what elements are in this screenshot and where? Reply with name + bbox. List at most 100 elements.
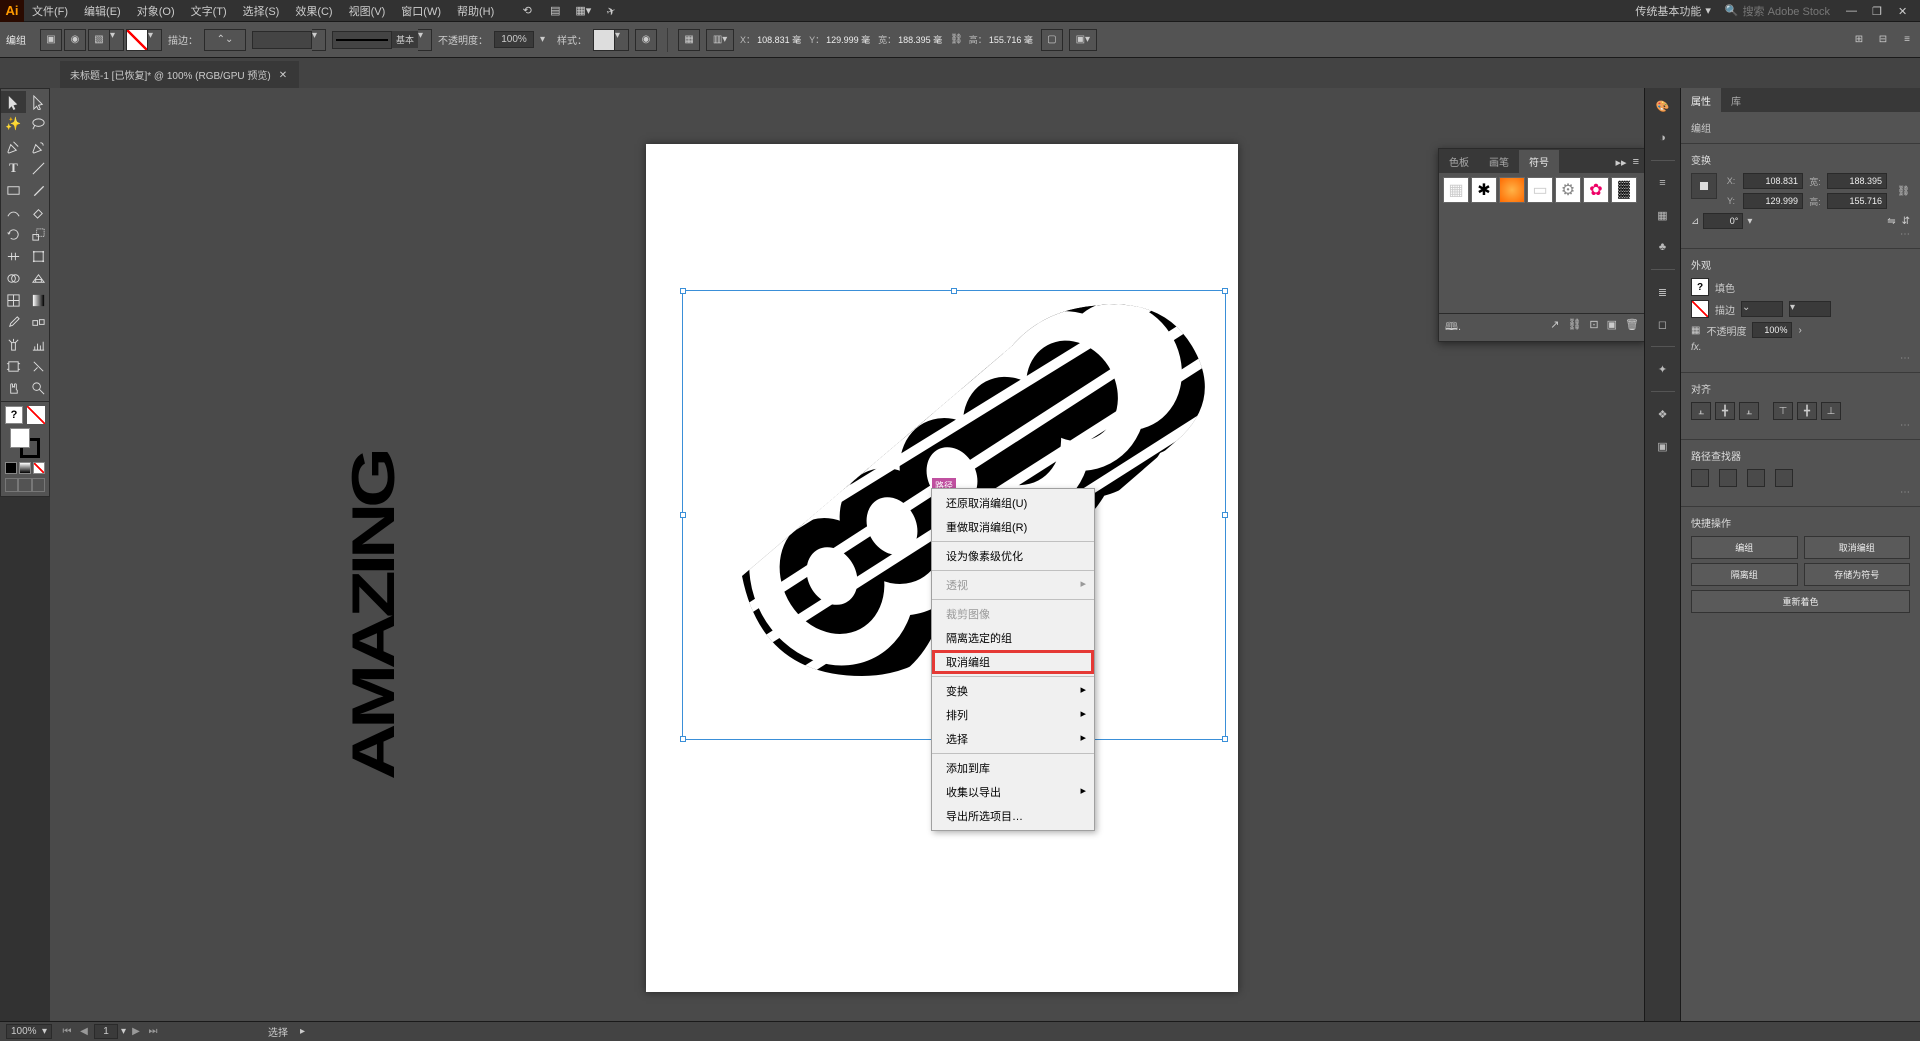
symbol-thumb[interactable]: ▓ [1611, 177, 1637, 203]
pf-unite[interactable] [1691, 469, 1709, 487]
menu-file[interactable]: 文件(F) [24, 0, 76, 22]
menu-edit[interactable]: 编辑(E) [76, 0, 129, 22]
h-value[interactable]: 155.716 毫 [989, 33, 1035, 46]
default-fs-icon[interactable]: ? [5, 406, 23, 424]
brush-def[interactable] [332, 31, 392, 49]
last-artboard-icon[interactable]: ⏭ [146, 1025, 160, 1039]
tab-properties[interactable]: 属性 [1681, 88, 1721, 112]
graphic-styles-icon[interactable]: ◻ [1653, 314, 1673, 334]
library-menu-icon[interactable]: 🕮. [1445, 318, 1461, 337]
ctx-select[interactable]: 选择▸ [932, 727, 1094, 751]
new-symbol-icon[interactable]: ▣ [1607, 318, 1617, 337]
fill-swatch[interactable]: ▧ [88, 29, 110, 51]
zoom-field[interactable]: 100%▾ [6, 1024, 52, 1039]
transparency-panel-icon[interactable]: ♣ [1653, 237, 1673, 257]
fill-swatch-large[interactable] [10, 428, 30, 448]
btn-ungroup[interactable]: 取消编组 [1804, 536, 1911, 559]
artboard-tool[interactable] [1, 355, 26, 377]
magic-wand-tool[interactable]: ✨ [1, 113, 26, 135]
line-tool[interactable] [26, 157, 51, 179]
graph-tool[interactable] [26, 333, 51, 355]
color-guide-icon[interactable]: ◑ [1653, 128, 1673, 148]
btn-group[interactable]: 编组 [1691, 536, 1798, 559]
align-hcenter[interactable]: ╋ [1715, 402, 1735, 420]
collapse-icon[interactable]: ▸▸ [1616, 156, 1627, 169]
align-left[interactable]: ⫠ [1691, 402, 1711, 420]
pin-icon[interactable]: ⊞ [1852, 33, 1866, 47]
isolate-icon[interactable]: ▣▾ [1069, 29, 1097, 51]
color-mode-solid[interactable] [5, 462, 17, 474]
pf-exclude[interactable] [1775, 469, 1793, 487]
style-swatch[interactable] [593, 29, 615, 51]
fill-dropdown[interactable]: ▾ [110, 29, 124, 51]
stroke-dropdown[interactable]: ▾ [148, 29, 162, 51]
status-menu-icon[interactable]: ▸ [300, 1026, 305, 1037]
menu-type[interactable]: 文字(T) [183, 0, 235, 22]
workspace-switcher[interactable]: 传统基本功能 ▾ [1627, 1, 1719, 21]
selection-tool[interactable] [1, 91, 26, 113]
prefs-icon[interactable]: ≡ [1900, 33, 1914, 47]
flip-h-icon[interactable]: ⇋ [1887, 216, 1895, 227]
align-vcenter[interactable]: ╋ [1797, 402, 1817, 420]
symbol-thumb[interactable]: ▭ [1527, 177, 1553, 203]
arrange-icon[interactable]: ▦▾ [576, 4, 590, 18]
symbol-thumb[interactable]: ✿ [1583, 177, 1609, 203]
more-transform[interactable]: ⋯ [1900, 229, 1910, 240]
w-value[interactable]: 188.395 毫 [898, 33, 944, 46]
opacity-field[interactable]: 100% [494, 31, 534, 48]
ctx-transform[interactable]: 变换▸ [932, 679, 1094, 703]
gpu-icon[interactable]: ✈ [602, 2, 620, 20]
stroke-profile-dd[interactable]: ▾ [1789, 301, 1831, 317]
hand-tool[interactable] [1, 377, 26, 399]
menu-view[interactable]: 视图(V) [341, 0, 394, 22]
stroke-profile-dropdown[interactable]: ▾ [312, 29, 326, 51]
stroke-weight-dd[interactable]: ⌄ [1741, 301, 1783, 317]
perspective-tool[interactable] [26, 267, 51, 289]
shape-builder-tool[interactable] [1, 267, 26, 289]
ctx-ungroup[interactable]: 取消编组 [932, 650, 1094, 674]
ctx-collect-export[interactable]: 收集以导出▸ [932, 780, 1094, 804]
layers-panel-icon[interactable]: ❖ [1653, 404, 1673, 424]
tab-symbols[interactable]: 符号 [1519, 150, 1559, 173]
canvas[interactable]: AMAZING [50, 88, 1644, 1021]
next-artboard-icon[interactable]: ▶ [129, 1025, 143, 1039]
brush-dropdown[interactable]: ▾ [418, 29, 432, 51]
menu-select[interactable]: 选择(S) [235, 0, 288, 22]
vertical-text[interactable]: AMAZING [308, 320, 408, 720]
minimize-icon[interactable]: — [1846, 5, 1858, 17]
y-value[interactable]: 129.999 毫 [826, 33, 872, 46]
panel-menu-icon[interactable]: ≡ [1633, 156, 1639, 169]
break-link-icon[interactable]: ⛓ [1567, 318, 1581, 337]
swap-fs-icon[interactable] [27, 406, 45, 424]
btn-save-symbol[interactable]: 存储为符号 [1804, 563, 1911, 586]
edit-contents-icon[interactable]: ◉ [64, 29, 86, 51]
recolor-icon[interactable]: ◉ [635, 29, 657, 51]
rectangle-tool[interactable] [1, 179, 26, 201]
stroke-weight-spinner[interactable]: ⌃⌄ [204, 29, 246, 51]
stroke-panel-icon[interactable]: ≡ [1653, 173, 1673, 193]
shaper-tool[interactable] [1, 201, 26, 223]
artboards-panel-icon[interactable]: ▣ [1653, 436, 1673, 456]
slice-tool[interactable] [26, 355, 51, 377]
flip-v-icon[interactable]: ⇵ [1902, 216, 1910, 227]
place-symbol-icon[interactable]: ↗ [1550, 318, 1559, 337]
zoom-tool[interactable] [26, 377, 51, 399]
first-artboard-icon[interactable]: ⏮ [60, 1025, 74, 1039]
paintbrush-tool[interactable] [26, 179, 51, 201]
fill-color-swatch[interactable]: ? [1691, 278, 1709, 296]
type-tool[interactable]: T [1, 157, 26, 179]
direct-selection-tool[interactable] [26, 91, 51, 113]
draw-inside[interactable] [32, 478, 45, 492]
prop-y[interactable]: 129.999 [1743, 193, 1803, 209]
draw-normal[interactable] [5, 478, 18, 492]
draw-behind[interactable] [18, 478, 31, 492]
bbox-icon[interactable]: ▣ [40, 29, 62, 51]
ctx-undo-ungroup[interactable]: 还原取消编组(U) [932, 491, 1094, 515]
document-tab[interactable]: 未标题-1 [已恢复]* @ 100% (RGB/GPU 预览) ✕ [60, 61, 299, 88]
ctx-add-to-library[interactable]: 添加到库 [932, 756, 1094, 780]
snap-icon[interactable]: ⊟ [1876, 33, 1890, 47]
appearance-panel-icon[interactable]: ≣ [1653, 282, 1673, 302]
align-bottom[interactable]: ⊥ [1821, 402, 1841, 420]
tab-close-icon[interactable]: ✕ [279, 70, 289, 80]
more-pathfinder[interactable]: ⋯ [1900, 487, 1910, 498]
